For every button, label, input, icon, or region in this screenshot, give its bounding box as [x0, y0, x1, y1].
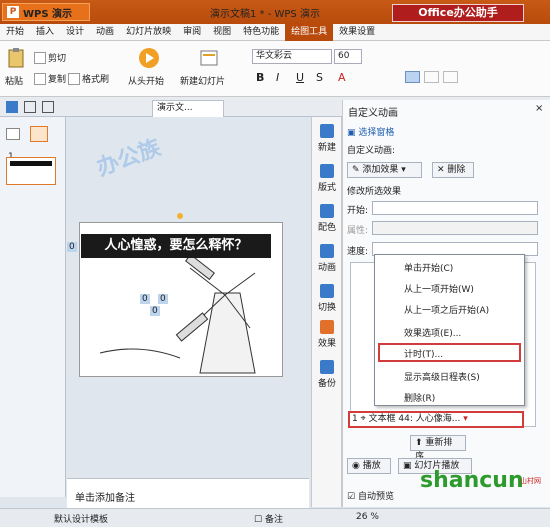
- status-template: 默认设计模板: [54, 515, 109, 525]
- select-pane-icon: ▣: [347, 128, 359, 138]
- menu-start[interactable]: 开始: [0, 24, 30, 41]
- zoom-level: 26 %: [356, 512, 379, 522]
- copy-icon: [34, 72, 46, 85]
- align-right-button[interactable]: [443, 71, 458, 83]
- menu-review[interactable]: 审阅: [177, 24, 207, 41]
- print-icon[interactable]: [42, 101, 54, 113]
- panel-title: 自定义动画: [348, 108, 398, 119]
- new-slide-icon: [200, 50, 218, 66]
- play-icon: [139, 48, 159, 68]
- tool-color[interactable]: 配色: [315, 204, 339, 233]
- start-select[interactable]: [372, 201, 538, 215]
- layout-icon: [320, 164, 334, 178]
- menu-item-timing-highlight: [378, 343, 521, 362]
- transition-icon: [320, 284, 334, 298]
- underline-button[interactable]: U: [296, 71, 304, 84]
- rotate-handle[interactable]: [177, 213, 183, 219]
- menu-drawing-tools[interactable]: 绘图工具: [285, 23, 334, 41]
- app-menu-button[interactable]: P WPS 演示: [2, 3, 90, 21]
- app-label: WPS 演示: [23, 8, 73, 20]
- tool-animation[interactable]: 动画: [315, 244, 339, 273]
- menu-insert[interactable]: 插入: [30, 24, 60, 41]
- bold-button[interactable]: B: [256, 71, 264, 84]
- property-label: 属性:: [347, 226, 369, 236]
- menu-view[interactable]: 视图: [207, 24, 237, 41]
- copy-button[interactable]: 复制: [34, 72, 66, 85]
- menu-item-advanced-timeline[interactable]: 显示高级日程表(S): [404, 370, 480, 383]
- tool-layout[interactable]: 版式: [315, 164, 339, 193]
- backup-icon: [320, 360, 334, 374]
- palette-icon: [320, 204, 334, 218]
- save-icon[interactable]: [24, 101, 36, 113]
- menu-item-remove[interactable]: 删除(R): [404, 391, 435, 404]
- tool-transition[interactable]: 切换: [315, 284, 339, 313]
- panel-close-icon[interactable]: ×: [535, 103, 543, 114]
- cut-button[interactable]: 剪切: [34, 51, 66, 64]
- mouse-icon: ⌖: [360, 414, 366, 424]
- reorder-button[interactable]: ⬆ 重新排序: [410, 435, 466, 462]
- effect-icon: [320, 320, 334, 334]
- paste-button[interactable]: 粘贴: [5, 74, 23, 87]
- tool-effect[interactable]: 效果: [315, 320, 339, 349]
- align-left-button[interactable]: [405, 71, 420, 83]
- select-pane-link[interactable]: ▣ 选择窗格: [347, 125, 394, 138]
- menu-animation[interactable]: 动画: [90, 24, 120, 41]
- paste-icon: [8, 48, 24, 68]
- animation-icon: [320, 244, 334, 258]
- shancun-sub-watermark: 山村网: [520, 477, 541, 485]
- new-icon: [320, 124, 334, 138]
- tool-backup[interactable]: 备份: [315, 360, 339, 389]
- new-slide-button[interactable]: 新建幻灯片: [180, 74, 225, 87]
- slide-title-textbox[interactable]: 人心惶惑，要怎么释怀？: [81, 234, 271, 258]
- italic-button[interactable]: I: [276, 71, 279, 84]
- font-size-select[interactable]: 60: [334, 49, 362, 64]
- tool-new[interactable]: 新建: [315, 124, 339, 153]
- menu-item-with-previous[interactable]: 从上一项开始(W): [404, 282, 474, 295]
- anim-marker-1: 0: [67, 242, 77, 252]
- delete-effect-button[interactable]: ✕ 删除: [432, 162, 474, 178]
- menu-features[interactable]: 特色功能: [237, 24, 285, 41]
- speed-label: 速度:: [347, 247, 369, 257]
- outline-tab-icon[interactable]: [6, 128, 20, 140]
- align-center-button[interactable]: [424, 71, 439, 83]
- font-color-button[interactable]: A: [338, 71, 346, 84]
- wps-logo-icon: P: [7, 6, 19, 18]
- autopreview-checkbox[interactable]: ☑ 自动预览: [347, 489, 394, 502]
- slides-tab-icon[interactable]: [30, 126, 48, 142]
- scissors-icon: [34, 51, 46, 64]
- from-start-button[interactable]: 从头开始: [128, 74, 164, 87]
- menu-item-after-previous[interactable]: 从上一项之后开始(A): [404, 303, 489, 316]
- brand-watermark-label: Office办公助手: [392, 4, 524, 22]
- property-select[interactable]: [372, 221, 538, 235]
- slide-thumbnail[interactable]: [6, 157, 56, 185]
- notes-area[interactable]: 单击添加备注: [67, 478, 309, 508]
- status-notes-toggle[interactable]: ☐ 备注: [254, 512, 283, 525]
- font-name-select[interactable]: 华文彩云: [252, 49, 332, 64]
- anim-marker-2: 0: [140, 294, 150, 304]
- animation-list-item[interactable]: 1 ⌖ 文本框 44: 人心像海... ▾: [348, 411, 524, 428]
- menu-item-on-click[interactable]: 单击开始(C): [404, 261, 453, 274]
- anim-marker-3: 0: [158, 294, 168, 304]
- play-button[interactable]: ◉ 播放: [347, 458, 391, 474]
- menu-item-effect-options[interactable]: 效果选项(E)...: [404, 326, 461, 339]
- brush-icon: [68, 72, 80, 85]
- shancun-watermark: shancun: [420, 468, 524, 493]
- modify-effect-label: 修改所选效果: [347, 187, 402, 197]
- ribbon: 粘贴 剪切 复制 格式刷 从头开始 新建幻灯片 华文彩云 60 B I U S …: [0, 41, 550, 97]
- menu-slideshow[interactable]: 幻灯片放映: [120, 24, 177, 41]
- custom-animation-label: 自定义动画:: [347, 146, 396, 156]
- menu-item-timing[interactable]: 计时(T)...: [404, 347, 443, 360]
- anim-marker-4: 0: [150, 306, 160, 316]
- add-effect-button[interactable]: ✎ 添加效果 ▾: [347, 162, 422, 178]
- format-painter-button[interactable]: 格式刷: [68, 72, 109, 85]
- strike-button[interactable]: S: [316, 71, 323, 84]
- menu-bar: 开始 插入 设计 动画 幻灯片放映 审阅 视图 特色功能 绘图工具 效果设置: [0, 23, 550, 41]
- document-title: 演示文稿1 * - WPS 演示: [210, 9, 320, 20]
- menu-effects[interactable]: 效果设置: [333, 24, 381, 41]
- start-label: 开始:: [347, 206, 369, 216]
- menu-design[interactable]: 设计: [60, 24, 90, 41]
- wps-small-icon: [6, 101, 18, 113]
- tab-document[interactable]: 演示文...: [152, 100, 224, 117]
